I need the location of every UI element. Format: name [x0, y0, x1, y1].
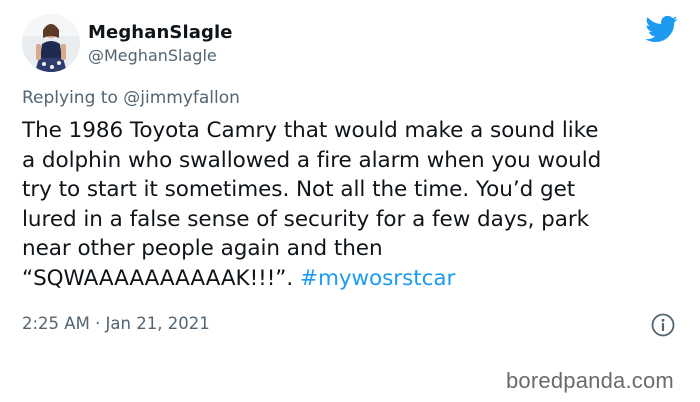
- watermark: boredpanda.com: [506, 368, 674, 393]
- tweet-line: lured in a false sense of security for a…: [22, 206, 590, 232]
- tweet-line: try to start it sometimes. Not all the t…: [22, 177, 576, 202]
- info-icon[interactable]: [650, 312, 676, 338]
- tweet-line-last-text: “SQWAAAAAAAAAAK!!!”.: [22, 265, 294, 291]
- display-name[interactable]: MeghanSlagle: [88, 22, 233, 43]
- avatar[interactable]: [22, 14, 80, 72]
- tweet-text: The 1986 Toyota Camry that would make a …: [22, 116, 686, 293]
- tweet-line-last: “SQWAAAAAAAAAAK!!!”. #mywosrstcar: [22, 264, 686, 294]
- tweet-card: MeghanSlagle @MeghanSlagle Replying to @…: [0, 0, 700, 362]
- reply-context: Replying to @jimmyfallon: [22, 88, 240, 108]
- user-handle[interactable]: @MeghanSlagle: [88, 46, 217, 65]
- tweet-timestamp[interactable]: 2:25 AM · Jan 21, 2021: [22, 314, 210, 333]
- tweet-line: a dolphin who swallowed a fire alarm whe…: [22, 147, 602, 173]
- reply-mention-link[interactable]: @jimmyfallon: [123, 88, 240, 108]
- tweet-line: The 1986 Toyota Camry that would make a …: [22, 118, 599, 143]
- reply-prefix: Replying to: [22, 88, 118, 108]
- twitter-bird-icon[interactable]: [644, 14, 678, 44]
- hashtag-link[interactable]: #mywosrstcar: [300, 266, 455, 291]
- tweet-line: near other people again and then: [22, 236, 383, 261]
